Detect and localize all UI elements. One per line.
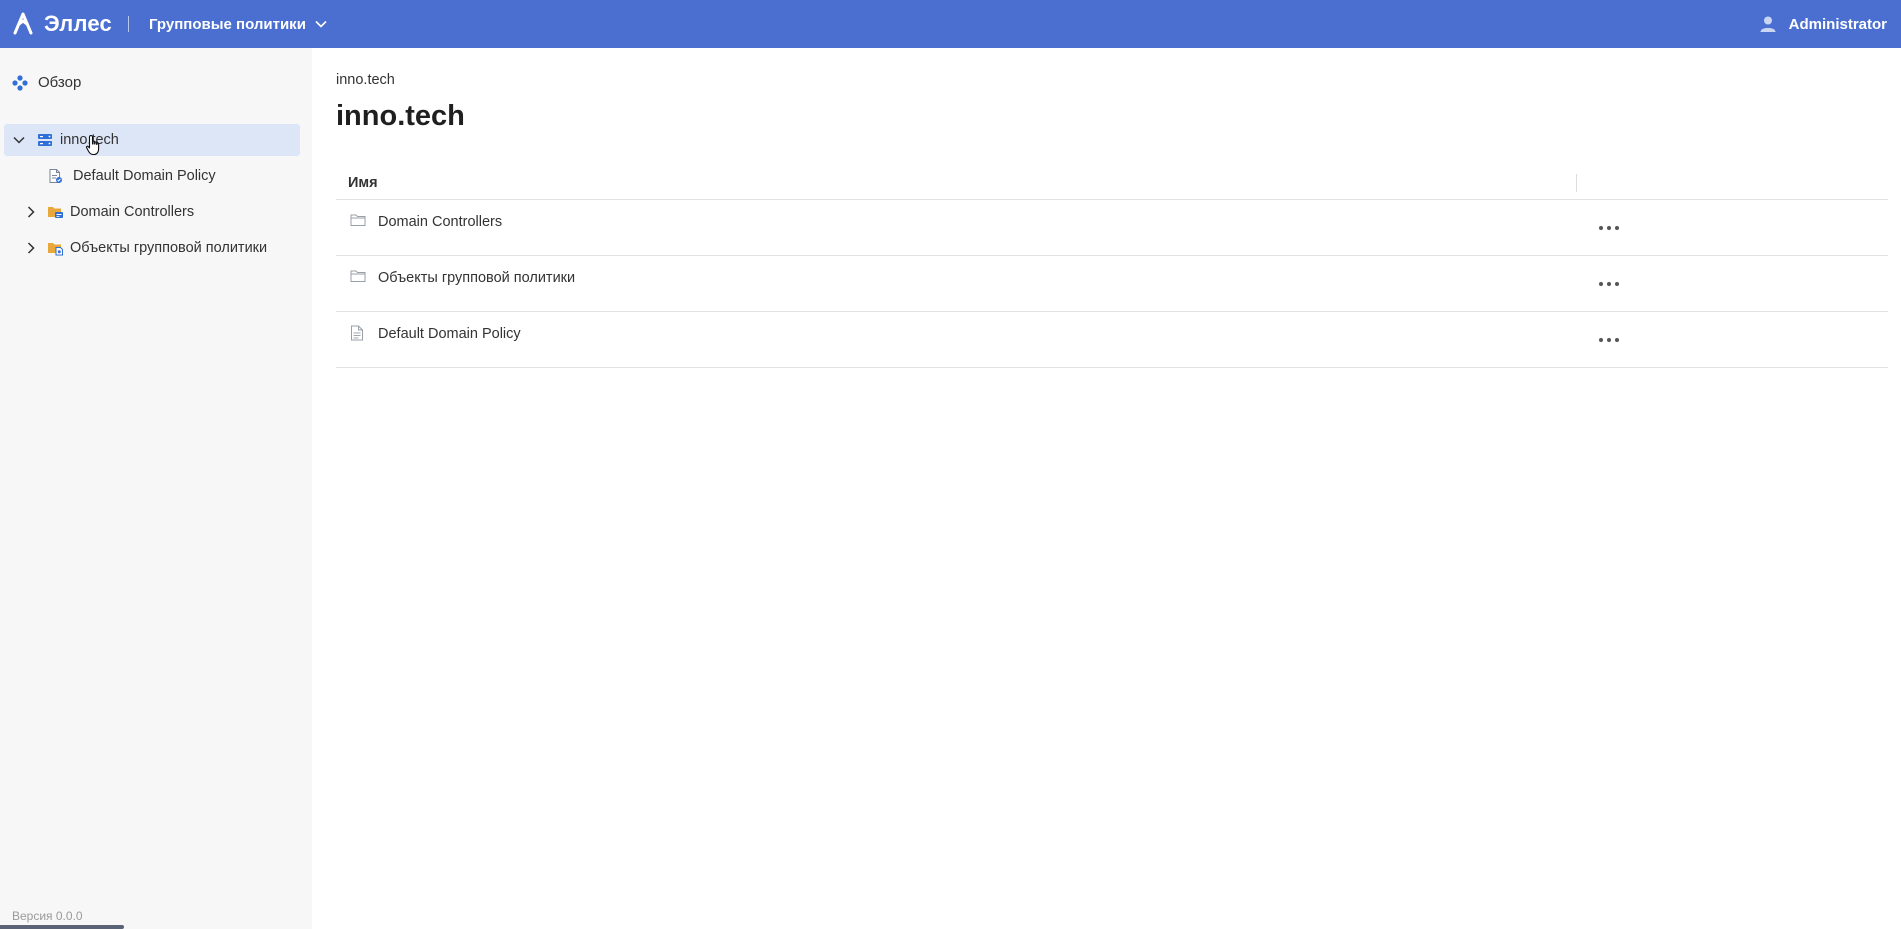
row-name: Объекты групповой политики — [378, 270, 576, 286]
domain-tree: inno.tech Default Domain Policy — [4, 124, 300, 268]
objects-table: Имя Domain Controllers Объекты групповой… — [336, 164, 1888, 368]
module-name: Групповые политики — [148, 15, 306, 33]
chevron-right-icon[interactable] — [24, 205, 38, 219]
tree-item-domain-controllers[interactable]: Domain Controllers — [4, 196, 300, 228]
domain-icon — [37, 132, 53, 148]
user-name: Administrator — [1788, 15, 1887, 33]
chevron-down-icon[interactable] — [12, 133, 26, 147]
column-resize-handle[interactable] — [1576, 174, 1577, 192]
gpo-folder-icon — [47, 240, 64, 256]
table-header: Имя — [336, 164, 1888, 200]
tree-item-default-domain-policy[interactable]: Default Domain Policy — [4, 160, 300, 192]
document-icon — [350, 325, 364, 346]
breadcrumb[interactable]: inno.tech — [336, 72, 395, 88]
tree-item-label: Default Domain Policy — [73, 168, 216, 184]
sidebar-item-label: Обзор — [38, 74, 82, 91]
hand-cursor-icon — [85, 134, 100, 156]
table-row[interactable]: Domain Controllers — [336, 200, 1888, 256]
more-actions-icon[interactable] — [1596, 278, 1622, 290]
table-row[interactable]: Объекты групповой политики — [336, 256, 1888, 312]
sidebar-item-overview[interactable]: Обзор — [12, 74, 81, 91]
more-actions-icon[interactable] — [1596, 334, 1622, 346]
user-icon — [1760, 16, 1776, 32]
overview-icon — [12, 74, 28, 91]
ellis-logo-icon — [13, 12, 33, 35]
sidebar: Обзор inno.tech — [0, 48, 312, 929]
row-name: Default Domain Policy — [378, 326, 521, 342]
tree-item-label: Domain Controllers — [70, 204, 195, 220]
table-row[interactable]: Default Domain Policy — [336, 312, 1888, 368]
module-switcher[interactable]: Групповые политики — [149, 16, 328, 33]
row-name: Domain Controllers — [378, 214, 503, 230]
more-actions-icon[interactable] — [1596, 222, 1622, 234]
brand[interactable]: Эллес — [10, 11, 112, 37]
top-bar: Эллес Групповые политики Administrator — [0, 0, 1901, 48]
version-label: Версия 0.0.0 — [12, 909, 83, 923]
policy-icon — [47, 168, 63, 184]
page-title: inno.tech — [336, 100, 465, 132]
ou-folder-icon — [47, 204, 64, 220]
brand-separator — [127, 16, 129, 32]
sidebar-scrollbar[interactable] — [0, 925, 124, 929]
folder-icon — [350, 213, 366, 232]
chevron-right-icon[interactable] — [24, 241, 38, 255]
brand-name: Эллес — [44, 11, 112, 36]
column-header-name[interactable]: Имя — [348, 175, 378, 191]
tree-item-inno-tech[interactable]: inno.tech — [4, 124, 300, 156]
tree-item-label: Объекты групповой политики — [70, 240, 268, 256]
user-menu[interactable]: Administrator — [1759, 0, 1887, 48]
chevron-down-icon — [315, 20, 327, 28]
tree-item-group-policy-objects[interactable]: Объекты групповой политики — [4, 232, 300, 264]
folder-icon — [350, 269, 366, 288]
